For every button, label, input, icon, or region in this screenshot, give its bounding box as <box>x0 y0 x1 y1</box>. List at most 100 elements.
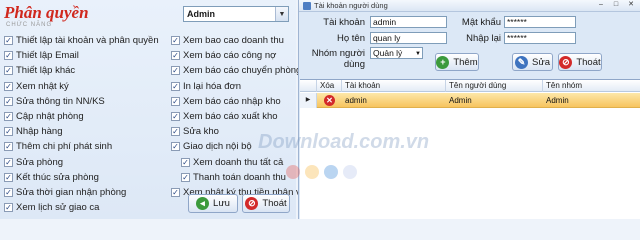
permission-label: Xem báo cáo chuyển phòng <box>183 65 302 77</box>
permission-item[interactable]: ✓ Xem báo cáo chuyển phòng <box>171 65 301 76</box>
password-label: Mật khẩu <box>461 17 501 28</box>
user-group-select[interactable]: Admin ▼ <box>183 6 289 22</box>
user-group-field[interactable]: Quản lý ▼ <box>370 47 423 59</box>
watermark-dot <box>324 165 338 179</box>
permission-item[interactable]: ✓ Xem báo cáo nhập kho <box>171 96 281 107</box>
accounts-grid: Xóa Tài khoản Tên người dùng Tên nhóm ad… <box>300 79 640 219</box>
table-row[interactable]: admin Admin Admin <box>300 93 640 108</box>
permission-label: Xem doanh thu tất cả <box>193 156 284 168</box>
permission-label: Xem báo cáo nhập kho <box>183 95 281 107</box>
permission-checkbox[interactable]: ✓ <box>4 157 13 167</box>
permission-item[interactable]: ✓ Thiết lập khác <box>4 65 75 76</box>
permission-checkbox[interactable]: ✓ <box>181 172 190 182</box>
exit-button-label: Thoát <box>262 198 287 209</box>
permission-checkbox[interactable]: ✓ <box>171 81 180 91</box>
permission-item[interactable]: ✓ Thiết lập tài khoản và phân quyền <box>4 35 159 46</box>
permission-checkbox[interactable]: ✓ <box>4 51 13 61</box>
permission-item[interactable]: ✓ Xem nhật ký <box>4 81 69 92</box>
watermark-dot <box>286 165 300 179</box>
save-button[interactable]: ◂ Lưu <box>188 194 238 213</box>
permission-checkbox[interactable]: ✓ <box>4 96 13 106</box>
permission-label: Xem báo cáo xuất kho <box>183 111 278 122</box>
permission-label: Sửa phòng <box>16 156 64 168</box>
save-button-label: Lưu <box>213 198 230 209</box>
permission-checkbox[interactable]: ✓ <box>171 142 180 152</box>
permission-item[interactable]: ✓ Giao dịch nội bộ <box>171 141 252 152</box>
permission-label: In lại hóa đơn <box>183 80 241 92</box>
permission-checkbox[interactable]: ✓ <box>4 203 13 213</box>
username-label: Tài khoản <box>323 17 365 28</box>
permission-item[interactable]: ✓ Xem báo cáo xuất kho <box>171 111 278 122</box>
user-group-field-value: Quản lý <box>373 48 403 58</box>
permission-checkbox[interactable]: ✓ <box>171 127 180 137</box>
permission-checkbox[interactable]: ✓ <box>4 66 13 76</box>
permission-checkbox[interactable]: ✓ <box>4 127 13 137</box>
close-icon[interactable]: ✕ <box>625 1 637 10</box>
permission-item[interactable]: ✓ Thêm chi phí phát sinh <box>4 141 112 152</box>
permission-checkbox[interactable]: ✓ <box>4 112 13 121</box>
exit-button[interactable]: ⊘ Thoát <box>242 194 290 213</box>
edit-icon: ✎ <box>515 55 528 69</box>
cancel-icon: ⊘ <box>559 55 573 69</box>
permission-checkbox[interactable]: ✓ <box>4 81 13 91</box>
delete-icon[interactable]: ✕ <box>324 95 335 106</box>
column-header-account[interactable]: Tài khoản <box>342 80 446 92</box>
permission-item[interactable]: ✓ Nhập hàng <box>4 126 62 137</box>
permission-label: Thiết lập tài khoản và phân quyền <box>16 35 159 46</box>
permission-checkbox[interactable]: ✓ <box>4 172 13 182</box>
permission-label: Thêm chi phí phát sinh <box>16 141 113 153</box>
permission-item[interactable]: ✓ Sửa thời gian nhận phòng <box>4 187 126 198</box>
permission-item[interactable]: ✓ Sửa kho <box>171 126 219 137</box>
permission-label: Xem lịch sử giao ca <box>16 202 100 214</box>
permission-item[interactable]: ✓ Xem lịch sử giao ca <box>4 202 99 213</box>
edit-button[interactable]: ✎ Sửa <box>512 53 553 71</box>
permission-checkbox[interactable]: ✓ <box>171 51 180 61</box>
permission-checkbox[interactable]: ✓ <box>171 112 180 121</box>
maximize-icon[interactable]: □ <box>610 1 622 10</box>
permission-checkbox[interactable]: ✓ <box>171 96 180 106</box>
minimize-icon[interactable]: – <box>595 1 607 10</box>
permission-checkbox[interactable]: ✓ <box>171 188 180 197</box>
permission-checkbox[interactable]: ✓ <box>4 142 13 152</box>
chevron-down-icon[interactable]: ▼ <box>415 49 421 58</box>
permission-checkbox[interactable]: ✓ <box>4 36 13 45</box>
row-pointer-icon: ▶ <box>300 93 317 108</box>
column-header-group-name[interactable]: Tên nhóm <box>543 80 640 92</box>
permission-checkbox[interactable]: ✓ <box>171 36 180 45</box>
permission-item[interactable]: ✓ Kết thúc sửa phòng <box>4 172 99 183</box>
add-button[interactable]: + Thêm <box>435 53 479 71</box>
permission-label: Sửa thông tin NN/KS <box>16 95 105 107</box>
permission-item[interactable]: ✓ Sửa phòng <box>4 157 63 168</box>
cell-user-name: Admin <box>449 96 472 105</box>
permission-item[interactable]: ✓ Cập nhật phòng <box>4 111 84 122</box>
window-titlebar: Tài khoản người dùng – □ ✕ <box>299 0 640 12</box>
permission-checkbox[interactable]: ✓ <box>4 188 13 197</box>
permission-label: Xem báo cáo công nợ <box>183 50 277 62</box>
permission-label: Xem bao cao doanh thu <box>183 35 284 46</box>
username-input[interactable]: admin <box>370 16 447 28</box>
window-exit-button[interactable]: ⊘ Thoát <box>558 53 602 71</box>
permission-item[interactable]: ✓ Thiết lập Email <box>4 50 79 61</box>
chevron-down-icon[interactable]: ▼ <box>275 7 288 21</box>
user-group-label: Nhóm người dùng <box>311 48 365 70</box>
password-input[interactable]: ****** <box>504 16 576 28</box>
column-header-delete[interactable]: Xóa <box>317 80 342 92</box>
permission-label: Sửa kho <box>183 126 219 138</box>
permission-item[interactable]: ✓ In lại hóa đơn <box>171 81 241 92</box>
watermark-dot <box>305 165 319 179</box>
permission-item[interactable]: ✓ Sửa thông tin NN/KS <box>4 96 105 107</box>
grid-header-corner <box>300 80 317 92</box>
permission-item[interactable]: ✓ Xem doanh thu tất cả <box>181 157 283 168</box>
window-icon <box>303 1 311 10</box>
window-exit-button-label: Thoát <box>576 56 601 68</box>
fullname-input[interactable]: quan ly <box>370 32 447 44</box>
repassword-input[interactable]: ****** <box>504 32 576 44</box>
column-header-user-name[interactable]: Tên người dùng <box>446 80 543 92</box>
permission-checkbox[interactable]: ✓ <box>181 157 190 167</box>
cell-group-name: Admin <box>546 96 569 105</box>
account-window: Tài khoản người dùng – □ ✕ Tài khoản adm… <box>298 0 640 219</box>
permission-item[interactable]: ✓ Thanh toán doanh thu <box>181 172 286 183</box>
permission-item[interactable]: ✓ Xem bao cao doanh thu <box>171 35 284 46</box>
permission-item[interactable]: ✓ Xem báo cáo công nợ <box>171 50 276 61</box>
permission-checkbox[interactable]: ✓ <box>171 66 180 76</box>
